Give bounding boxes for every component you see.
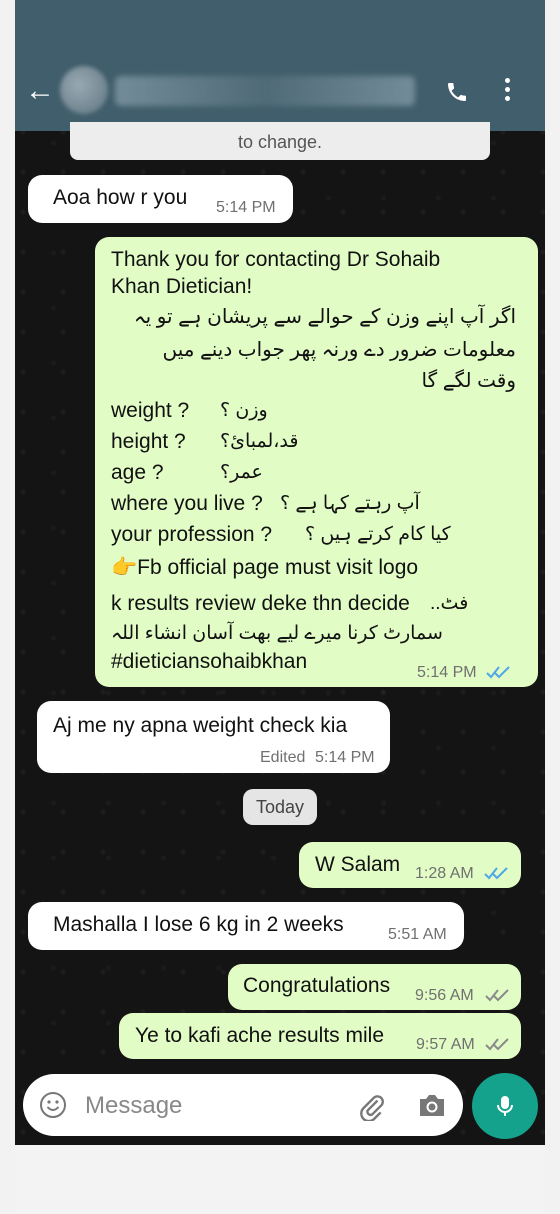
- message-text: Aj me ny apna weight check kia: [53, 714, 348, 737]
- microphone-button[interactable]: [472, 1073, 538, 1139]
- message-bubble[interactable]: Aoa how r you 5:14 PM: [28, 175, 293, 223]
- delivered-ticks-icon: [485, 989, 509, 1002]
- chat-header: ←: [15, 0, 545, 131]
- message-line: وقت لگے گا: [421, 370, 516, 392]
- message-text: Congratulations: [243, 974, 391, 997]
- message-line: 👉Fb official page must visit logo: [111, 556, 419, 579]
- message-time: 5:51 AM: [388, 926, 447, 943]
- message-bubble[interactable]: W Salam 1:28 AM: [299, 842, 521, 888]
- message-bubble[interactable]: Congratulations 9:56 AM: [228, 964, 521, 1010]
- message-line: فٹ..: [430, 593, 469, 614]
- message-bubble[interactable]: Mashalla I lose 6 kg in 2 weeks 5:51 AM: [28, 902, 464, 950]
- message-line: کیا کام کرتے ہیں ؟: [305, 524, 451, 545]
- message-time: 5:14 PM: [417, 664, 477, 681]
- message-line: height ?: [111, 430, 186, 453]
- read-ticks-icon: [484, 867, 508, 880]
- message-time: 5:14 PM: [315, 749, 375, 766]
- message-text: Ye to kafi ache results mile: [135, 1024, 385, 1047]
- message-line: قد،لمبائ؟: [220, 431, 299, 452]
- contact-name-blurred[interactable]: [115, 76, 415, 106]
- more-vertical-icon[interactable]: [505, 78, 511, 104]
- paperclip-icon[interactable]: [356, 1091, 386, 1121]
- message-line: معلومات ضرور دے ورنہ پھر جواب دینے میں: [162, 339, 516, 361]
- message-bubble[interactable]: Ye to kafi ache results mile 9:57 AM: [119, 1013, 521, 1059]
- message-input[interactable]: Message: [85, 1092, 182, 1120]
- message-line: age ?: [111, 461, 164, 484]
- message-bubble[interactable]: Aj me ny apna weight check kia Edited 5:…: [37, 701, 390, 773]
- message-line: عمر؟: [220, 462, 263, 483]
- microphone-icon: [497, 1096, 513, 1116]
- system-notice: to change.: [70, 122, 490, 160]
- message-line: وزن ؟: [220, 400, 268, 421]
- message-line: k results review deke thn decide: [111, 592, 410, 615]
- message-time: 9:57 AM: [416, 1036, 475, 1053]
- contact-avatar[interactable]: [60, 66, 108, 114]
- message-bubble[interactable]: Thank you for contacting Dr Sohaib Khan …: [95, 237, 538, 687]
- message-time: 1:28 AM: [415, 865, 474, 882]
- message-line: where you live ?: [111, 492, 263, 515]
- message-line: #dieticiansohaibkhan: [111, 650, 308, 673]
- message-line: Thank you for contacting Dr Sohaib: [111, 248, 441, 271]
- camera-icon[interactable]: [417, 1092, 447, 1118]
- message-line: your profession ?: [111, 523, 273, 546]
- chat-screen: ← to change. Aoa how r you 5:14 PM Thank…: [15, 0, 545, 1145]
- message-line: سمارٹ کرنا میرے لیے بھت آسان انشاء اللہ: [111, 623, 443, 644]
- message-time: 5:14 PM: [216, 199, 276, 216]
- message-line: weight ?: [111, 399, 190, 422]
- message-line: Khan Dietician!: [111, 275, 253, 298]
- message-line: اگر آپ اپنے وزن کے حوالے سے پریشان ہے تو…: [133, 306, 516, 328]
- message-text: W Salam: [315, 853, 401, 876]
- date-divider: Today: [243, 789, 317, 825]
- message-text: Mashalla I lose 6 kg in 2 weeks: [53, 913, 344, 936]
- emoji-icon[interactable]: [39, 1091, 67, 1119]
- message-time: 9:56 AM: [415, 987, 474, 1004]
- message-line: آپ رہتے کہا ہے ؟: [280, 493, 420, 514]
- message-edited-label: Edited: [260, 749, 306, 766]
- message-composer: Message: [23, 1074, 463, 1136]
- phone-icon[interactable]: [445, 80, 469, 104]
- read-ticks-icon: [486, 666, 510, 679]
- message-text: Aoa how r you: [53, 186, 188, 209]
- bottom-area: [15, 1145, 545, 1214]
- back-arrow-icon[interactable]: ←: [25, 76, 55, 106]
- delivered-ticks-icon: [485, 1038, 509, 1051]
